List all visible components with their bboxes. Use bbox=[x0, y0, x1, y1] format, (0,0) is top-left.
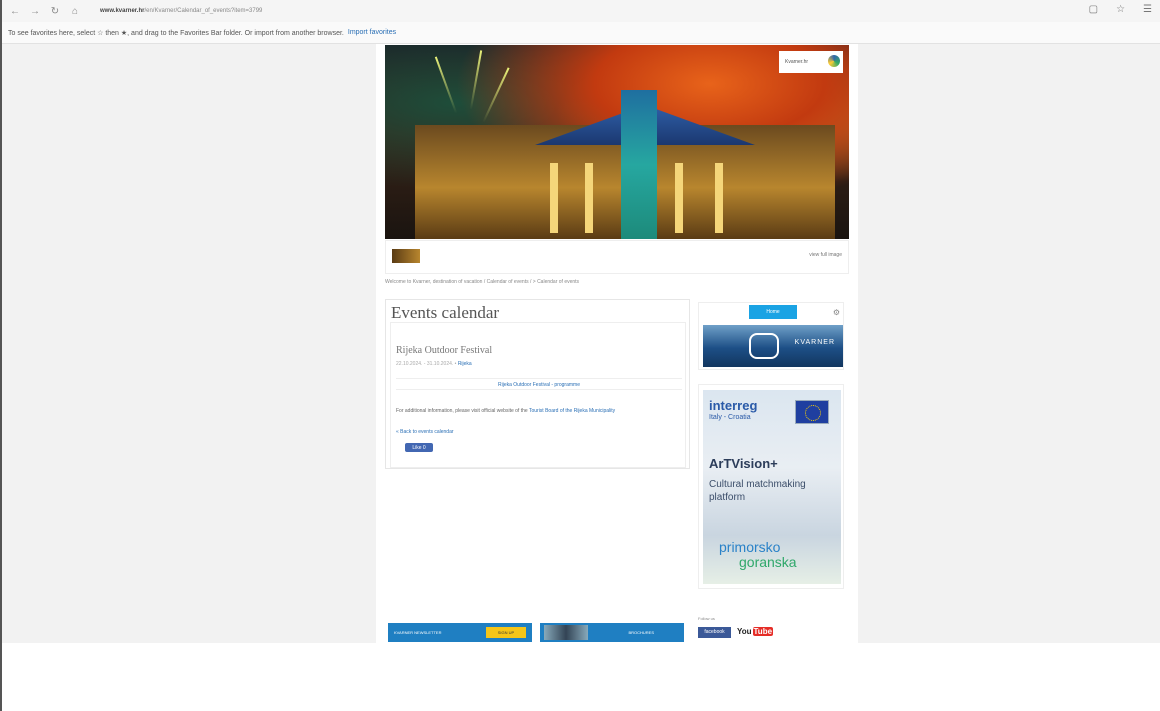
brochures-banner[interactable]: BROCHURES bbox=[540, 623, 684, 642]
favorites-hint: To see favorites here, select ☆ then ★, … bbox=[8, 29, 344, 37]
thumbnail-strip: view full image bbox=[385, 240, 849, 274]
facebook-button[interactable]: facebook bbox=[698, 627, 731, 638]
settings-icon[interactable]: ⚙ bbox=[833, 308, 840, 317]
page-title: Events calendar bbox=[391, 303, 500, 322]
youtube-you: You bbox=[737, 627, 752, 636]
page-content: Kvarner.hr view full image Welcome to Kv… bbox=[376, 44, 858, 643]
program-link[interactable]: Rijeka Outdoor Festival - programme bbox=[396, 378, 682, 390]
home-icon[interactable]: ⌂ bbox=[68, 6, 82, 17]
sidebar-home-button[interactable]: Home bbox=[749, 305, 797, 319]
lit-tower bbox=[621, 90, 657, 239]
favorite-star-icon[interactable]: ☆ bbox=[1116, 4, 1125, 15]
browser-toolbar: ← → ↻ ⌂ www.kvarner.hr/en/Kvarner/Calend… bbox=[2, 0, 1160, 22]
region-logo-line1: primorsko bbox=[719, 539, 781, 555]
follow-label: Follow us bbox=[698, 616, 715, 621]
hero-badge-text: Kvarner.hr bbox=[785, 59, 809, 65]
firework bbox=[434, 56, 458, 114]
newsletter-banner: KVARNER NEWSLETTER SIGN UP bbox=[388, 623, 532, 642]
newsletter-label: KVARNER NEWSLETTER bbox=[394, 630, 442, 635]
event-title: Rijeka Outdoor Festival bbox=[396, 345, 493, 356]
info-text: For additional information, please visit… bbox=[396, 408, 615, 414]
back-icon[interactable]: ← bbox=[8, 6, 22, 17]
hero-badge[interactable]: Kvarner.hr bbox=[779, 51, 843, 73]
forward-icon[interactable]: → bbox=[28, 6, 42, 17]
hero-image: Kvarner.hr bbox=[385, 45, 849, 239]
refresh-icon[interactable]: ↻ bbox=[48, 6, 62, 17]
ad-subtitle-line: Cultural matchmaking bbox=[709, 479, 806, 490]
ad-subtitle-line: platform bbox=[709, 492, 746, 503]
import-favorites-link[interactable]: Import favorites bbox=[348, 29, 396, 36]
facebook-like-button[interactable]: Like 0 bbox=[405, 443, 433, 452]
event-place-link[interactable]: Rijeka bbox=[458, 361, 472, 367]
ad-title: ArTVision+ bbox=[709, 456, 778, 471]
favorites-bar: To see favorites here, select ☆ then ★, … bbox=[2, 22, 1160, 44]
firework bbox=[469, 50, 483, 110]
region-logo-line2: goranska bbox=[739, 554, 797, 570]
tab-actions-icon[interactable]: ▢ bbox=[1089, 4, 1098, 15]
firework bbox=[482, 67, 510, 123]
event-date-range: 22.10.2024. - 31.10.2024. bbox=[396, 361, 454, 367]
column bbox=[715, 163, 723, 233]
kvarner-banner[interactable]: KVARNER bbox=[703, 325, 843, 367]
eu-flag-icon bbox=[795, 400, 829, 424]
kvarner-logo-icon bbox=[749, 333, 779, 359]
badge-logo-icon bbox=[828, 55, 840, 67]
interreg-logo: interreg bbox=[709, 398, 758, 413]
breadcrumb[interactable]: Welcome to Kvarner, destination of vacat… bbox=[385, 279, 579, 285]
ad-subtitle: Cultural matchmaking platform bbox=[709, 478, 806, 504]
back-to-calendar-link[interactable]: « Back to events calendar bbox=[396, 429, 454, 435]
newsletter-signup-button[interactable]: SIGN UP bbox=[486, 627, 526, 638]
brochures-label: BROCHURES bbox=[628, 630, 654, 635]
column bbox=[550, 163, 558, 233]
event-date: 22.10.2024. - 31.10.2024. • Rijeka bbox=[396, 361, 472, 367]
url-path: /en/Kvarner/Calendar_of_events?item=3799 bbox=[144, 8, 263, 14]
brochures-image bbox=[544, 625, 588, 640]
address-bar[interactable]: www.kvarner.hr/en/Kvarner/Calendar_of_ev… bbox=[100, 8, 262, 14]
sidebar-kvarner-box: Home ⚙ KVARNER bbox=[698, 302, 844, 370]
url-domain: www.kvarner.hr bbox=[100, 8, 145, 14]
events-panel: Events calendar Rijeka Outdoor Festival … bbox=[385, 299, 690, 469]
youtube-button[interactable]: You Tube bbox=[736, 627, 774, 636]
artvision-ad[interactable]: interreg Italy - Croatia ArTVision+ Cult… bbox=[703, 390, 841, 584]
column bbox=[585, 163, 593, 233]
interreg-sub: Italy - Croatia bbox=[709, 414, 751, 421]
tourist-board-link[interactable]: Tourist Board of the Rijeka Municipality bbox=[529, 408, 615, 414]
column bbox=[675, 163, 683, 233]
sidebar-ad-box: interreg Italy - Croatia ArTVision+ Cult… bbox=[698, 384, 844, 589]
youtube-tube: Tube bbox=[752, 627, 774, 636]
page-viewport: Kvarner.hr view full image Welcome to Kv… bbox=[2, 44, 1160, 643]
info-text-body: For additional information, please visit… bbox=[396, 408, 528, 414]
favorites-icon[interactable]: ☰ bbox=[1143, 4, 1152, 15]
event-card: Rijeka Outdoor Festival 22.10.2024. - 31… bbox=[390, 322, 686, 468]
large-image-link[interactable]: view full image bbox=[809, 252, 842, 258]
image-thumbnail[interactable] bbox=[392, 249, 420, 263]
kvarner-logo-text: KVARNER bbox=[794, 339, 835, 346]
